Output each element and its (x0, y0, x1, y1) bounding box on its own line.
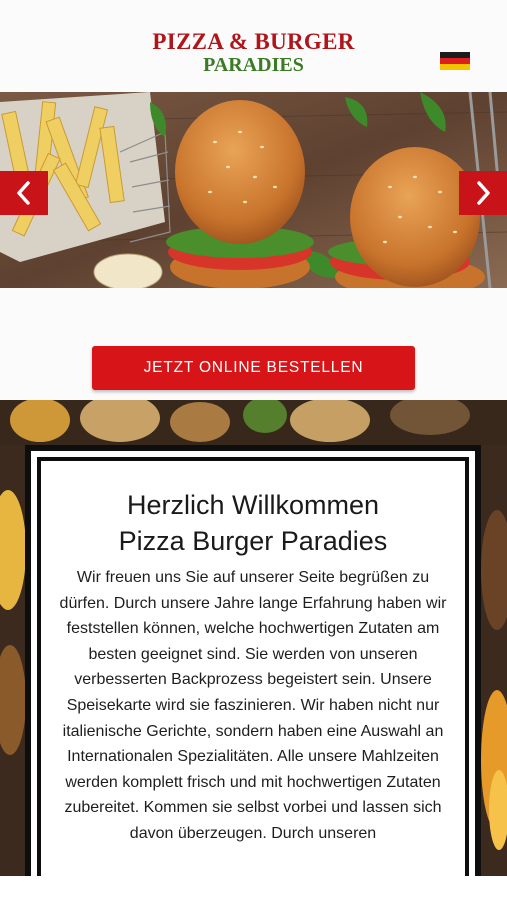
bottom-bar (0, 876, 507, 900)
welcome-section: Herzlich Willkommen Pizza Burger Paradie… (0, 400, 507, 876)
hero-image (0, 92, 507, 288)
welcome-title: Herzlich Willkommen Pizza Burger Paradie… (41, 487, 465, 559)
cta-section: JETZT ONLINE BESTELLEN (0, 288, 507, 400)
site-header: PIZZA & BURGER PARADIES (0, 0, 507, 92)
order-online-button[interactable]: JETZT ONLINE BESTELLEN (92, 346, 415, 390)
welcome-card-inner: Herzlich Willkommen Pizza Burger Paradie… (37, 457, 469, 876)
slider-prev-button[interactable] (0, 171, 48, 215)
hero-slider (0, 92, 507, 288)
welcome-title-line1: Herzlich Willkommen (126, 490, 380, 520)
slider-next-button[interactable] (459, 171, 507, 215)
chevron-left-icon (17, 181, 30, 205)
german-flag-icon[interactable] (440, 52, 470, 70)
welcome-title-line2: Pizza Burger Paradies (118, 526, 388, 556)
welcome-text: Wir freuen uns Sie auf unserer Seite beg… (59, 569, 447, 842)
chevron-right-icon (477, 181, 490, 205)
welcome-card: Herzlich Willkommen Pizza Burger Paradie… (25, 445, 481, 876)
logo-title: PIZZA & BURGER (152, 29, 355, 54)
logo-subtitle: PARADIES (203, 54, 304, 76)
site-logo[interactable]: PIZZA & BURGER PARADIES (0, 30, 507, 75)
